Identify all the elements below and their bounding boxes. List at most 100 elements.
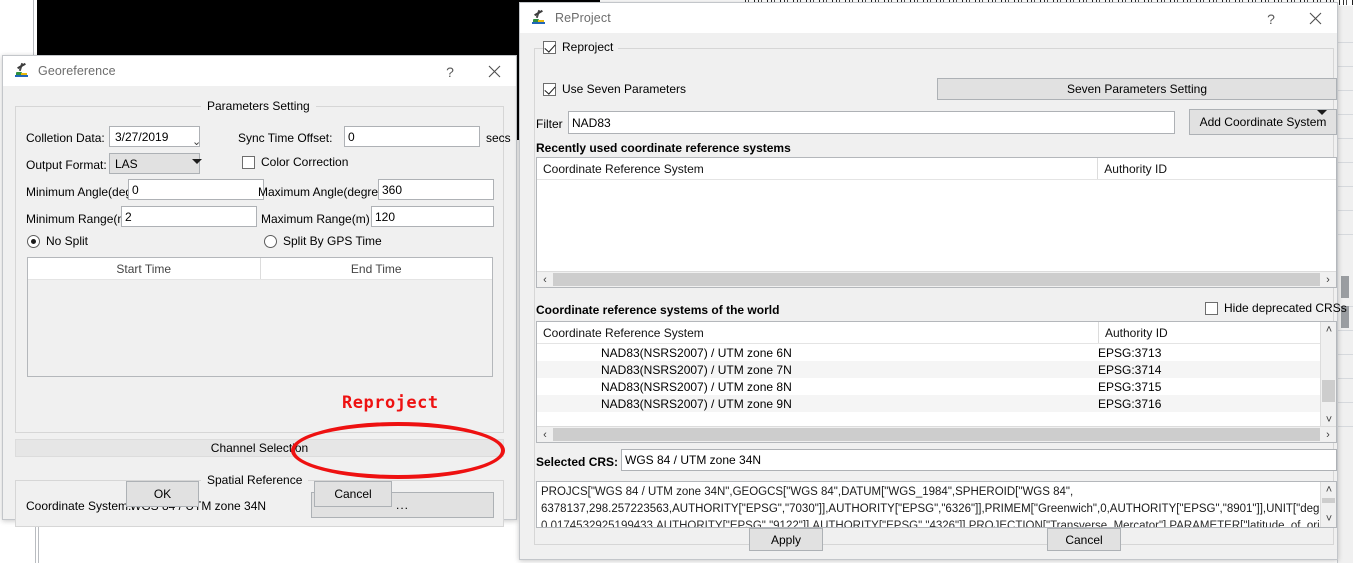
scroll-thumb[interactable] [1322,380,1335,402]
scroll-left-icon[interactable]: ‹ [537,272,553,288]
ok-button[interactable]: OK [126,481,199,507]
minimum-range-label: Minimum Range(m) [26,212,132,226]
georeference-dialog: Georeference ? Parameters Setting Collet… [2,55,517,527]
sync-time-offset-input[interactable] [344,126,480,147]
reproject-checkbox-label: Reproject [562,40,614,54]
add-coordinate-system-button[interactable]: Add Coordinate System [1189,109,1337,135]
georeference-title: Georeference [38,64,116,78]
recently-used-table[interactable]: Coordinate Reference System Authority ID… [536,157,1337,288]
minimum-angle-input[interactable] [128,179,264,200]
hide-deprecated-checkbox[interactable]: Hide deprecated CRSs [1205,301,1347,315]
minimum-angle-label: Minimum Angle(deg) [26,185,137,199]
color-correction-checkbox[interactable]: Color Correction [242,155,348,169]
maximum-angle-input[interactable] [378,179,494,200]
world-crs-label: Coordinate reference systems of the worl… [536,303,780,317]
column-header-start-time[interactable]: Start Time [28,258,260,279]
cell-authority-id: EPSG:3714 [1098,362,1162,377]
recently-used-hscrollbar[interactable]: ‹ › [537,271,1336,287]
close-icon[interactable] [1293,3,1337,34]
seven-parameters-setting-button[interactable]: Seven Parameters Setting [937,78,1337,100]
collection-data-combo[interactable]: 3/27/2019 ⌄ [109,126,201,147]
table-row[interactable]: NAD83(NSRS2007) / UTM zone 7N EPSG:3714 [537,361,1322,378]
channel-selection-button[interactable]: Channel Selection [15,439,504,457]
close-icon[interactable] [472,56,516,87]
split-by-gps-label: Split By GPS Time [283,234,382,248]
background-window [1337,6,1353,563]
reproject-cancel-button[interactable]: Cancel [1047,528,1121,551]
maximum-range-input[interactable] [371,206,494,227]
recently-used-table-body [537,180,1336,272]
world-crs-vscrollbar[interactable]: ˄ ˅ [1320,322,1336,428]
parameters-setting-title: Parameters Setting [201,99,316,113]
table-row[interactable]: NAD83(NSRS2007) / UTM zone 9N EPSG:3716 [537,395,1322,412]
cancel-button[interactable]: Cancel [314,481,392,507]
scroll-up-icon[interactable]: ˄ [1321,322,1336,338]
wkt-textarea[interactable]: PROJCS["WGS 84 / UTM zone 34N",GEOGCS["W… [536,481,1337,528]
recently-used-label: Recently used coordinate reference syste… [536,141,791,155]
use-seven-parameters-label: Use Seven Parameters [562,82,687,96]
checkbox-box [543,40,556,54]
world-crs-table-body: NAD83(NSRS2007) / UTM zone 6N EPSG:3713 NA… [537,344,1322,427]
reproject-titlebar: ReProject ? [520,3,1337,34]
selected-crs-label: Selected CRS: [536,455,619,469]
reproject-group: Reproject Use Seven Parameters Seven Par… [534,40,1347,545]
scroll-thumb[interactable] [553,273,1320,286]
scroll-left-icon[interactable]: ‹ [537,427,553,443]
wkt-line-1: PROJCS["WGS 84 / UTM zone 34N",GEOGCS["W… [541,486,1074,498]
no-split-label: No Split [46,234,89,248]
screen: Georeference ? Parameters Setting Collet… [0,0,1353,563]
column-header-crs[interactable]: Coordinate Reference System [537,322,1098,343]
wkt-line-2: 6378137,298.257223563,AUTHORITY["EPSG","… [541,503,1332,515]
scroll-right-icon[interactable]: › [1320,272,1336,288]
help-icon[interactable]: ? [1249,3,1293,34]
maximum-range-label: Maximum Range(m) [261,212,370,226]
world-crs-table-header: Coordinate Reference System Authority ID [537,322,1322,344]
output-format-label: Output Format: [26,158,107,172]
minimum-range-input[interactable] [121,206,257,227]
column-header-authority-id[interactable]: Authority ID [1097,158,1336,179]
scroll-right-icon[interactable]: › [1320,427,1336,443]
collection-data-label: Colletion Data: [26,131,105,145]
wkt-vscrollbar[interactable]: ˄ ˅ [1320,482,1336,527]
world-crs-hscrollbar[interactable]: ‹ › [537,426,1336,442]
table-row[interactable]: NAD83(NSRS2007) / UTM zone 8N EPSG:3715 [537,378,1322,395]
scroll-thumb[interactable] [1322,498,1335,503]
sync-time-offset-unit: secs [486,131,511,145]
selected-crs-input[interactable] [621,449,1337,471]
cell-authority-id: EPSG:3715 [1098,379,1162,394]
apply-button[interactable]: Apply [749,528,823,551]
radio-dot [27,234,40,248]
spatial-reference-group: Spatial Reference Coordinate System: WGS… [15,473,504,527]
scroll-thumb[interactable] [553,428,1320,441]
output-format-combo[interactable]: LAS [109,153,202,178]
scroll-down-icon[interactable]: ˅ [1321,511,1336,527]
georeference-titlebar: Georeference ? [3,56,516,87]
hide-deprecated-label: Hide deprecated CRSs [1224,301,1347,315]
column-header-authority-id[interactable]: Authority ID [1098,322,1322,343]
collection-data-value: 3/27/2019 [115,129,169,144]
color-correction-label: Color Correction [261,155,349,169]
app-icon [14,62,30,79]
split-time-table[interactable]: Start Time End Time [27,257,493,377]
cell-authority-id: EPSG:3713 [1098,345,1162,360]
use-seven-parameters-checkbox[interactable]: Use Seven Parameters [543,82,686,96]
sync-time-offset-label: Sync Time Offset: [238,131,333,145]
filter-input[interactable] [568,111,1175,134]
no-split-radio[interactable]: No Split [27,234,88,248]
split-by-gps-radio[interactable]: Split By GPS Time [264,234,382,248]
maximum-angle-label: Maximum Angle(degree) [258,185,389,199]
add-coordinate-system-label: Add Coordinate System [1199,115,1327,129]
cell-crs: NAD83(NSRS2007) / UTM zone 9N [601,396,792,411]
world-crs-table[interactable]: Coordinate Reference System Authority ID… [536,321,1337,443]
reproject-title: ReProject [555,11,611,25]
reproject-checkbox[interactable]: Reproject [543,40,619,54]
table-row[interactable]: NAD83(NSRS2007) / UTM zone 6N EPSG:3713 [537,344,1322,361]
column-header-crs[interactable]: Coordinate Reference System [537,158,1097,179]
scroll-up-icon[interactable]: ˄ [1321,482,1336,498]
reproject-dialog: ReProject ? Reproject Use Seven Paramete… [519,2,1347,560]
recently-used-table-header: Coordinate Reference System Authority ID [537,158,1336,180]
radio-dot [264,234,277,248]
split-time-table-body [28,280,492,376]
help-icon[interactable]: ? [428,56,472,87]
column-header-end-time[interactable]: End Time [259,258,493,279]
